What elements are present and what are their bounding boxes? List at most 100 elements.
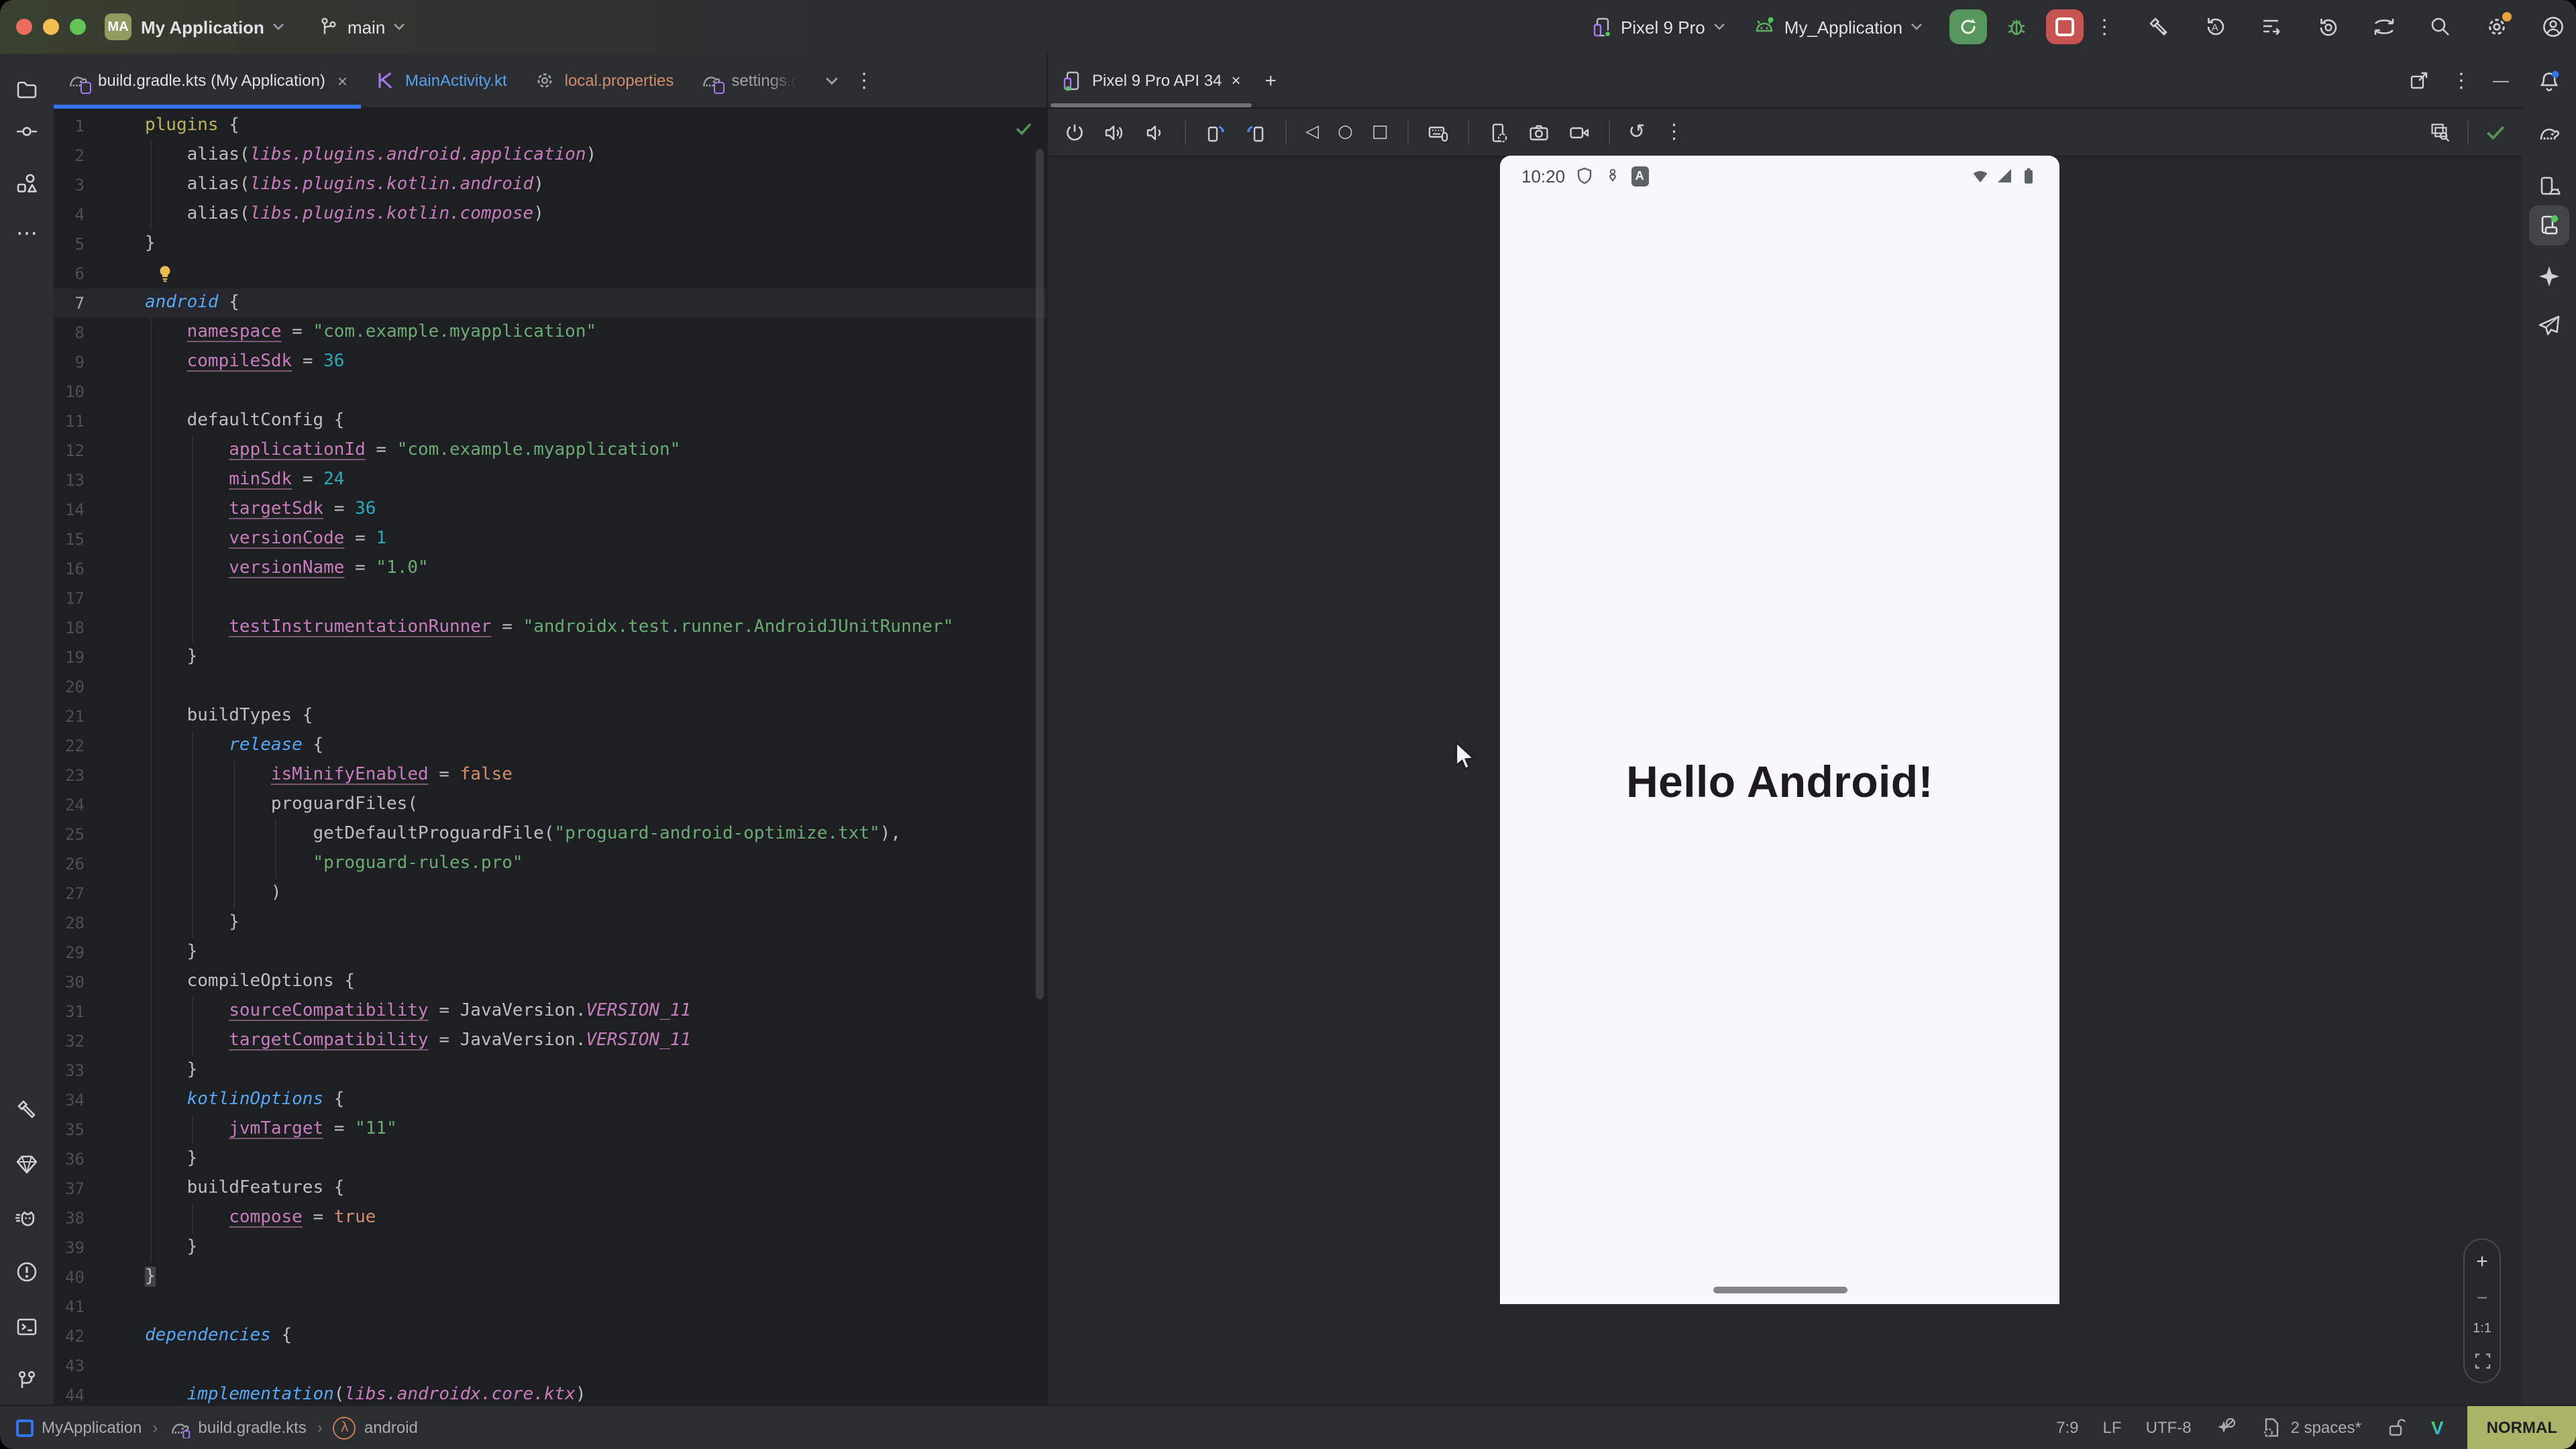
gutter-line-number[interactable]: 42 <box>54 1322 145 1351</box>
gutter-line-number[interactable]: 44 <box>54 1381 145 1406</box>
gutter-line-number[interactable]: 30 <box>54 967 145 997</box>
gutter-line-number[interactable]: 26 <box>54 849 145 879</box>
gutter-line-number[interactable]: 4 <box>54 200 145 229</box>
sync-project-button[interactable]: A <box>2203 15 2227 39</box>
gemini-tool-button[interactable] <box>2537 264 2561 288</box>
gutter-line-number[interactable]: 39 <box>54 1233 145 1263</box>
resource-manager-tool-button[interactable] <box>15 172 39 196</box>
zoom-fit-icon[interactable] <box>2473 1352 2491 1370</box>
gutter-line-number[interactable]: 6 <box>54 259 145 288</box>
gradle-tool-button[interactable] <box>2537 121 2561 145</box>
gutter-line-number[interactable]: 17 <box>54 584 145 613</box>
home-icon[interactable]: ○ <box>1338 123 1353 141</box>
hidden-tabs-chevron-icon[interactable] <box>824 76 838 85</box>
gutter-line-number[interactable]: 40 <box>54 1263 145 1292</box>
volume-down-icon[interactable] <box>1144 121 1166 143</box>
back-icon[interactable]: ◁ <box>1305 123 1319 141</box>
minimize-window-button[interactable] <box>43 19 59 35</box>
indent-widget[interactable]: 2 spaces* <box>2261 1417 2361 1438</box>
gutter-line-number[interactable]: 38 <box>54 1203 145 1233</box>
terminal-tool-button[interactable] <box>15 1315 39 1339</box>
breadcrumb-element[interactable]: λ android <box>333 1416 418 1439</box>
notifications-tool-button[interactable] <box>2537 70 2561 94</box>
gesture-navigation-pill[interactable] <box>1713 1287 1847 1293</box>
editor-scrollbar[interactable] <box>1036 149 1044 1000</box>
gutter-line-number[interactable]: 2 <box>54 141 145 170</box>
gutter-line-number[interactable]: 5 <box>54 229 145 259</box>
gutter-line-number[interactable]: 35 <box>54 1115 145 1144</box>
problems-tool-button[interactable] <box>15 1260 39 1284</box>
profiler-button[interactable] <box>2259 15 2284 39</box>
volume-up-icon[interactable] <box>1104 121 1126 143</box>
breadcrumb-project[interactable]: MyApplication <box>16 1418 142 1437</box>
app-quality-insights-tool-button[interactable] <box>15 1152 39 1177</box>
commit-tool-button[interactable] <box>15 119 39 144</box>
gutter-line-number[interactable]: 1 <box>54 111 145 141</box>
gutter-line-number[interactable]: 25 <box>54 820 145 849</box>
plane-tool-button[interactable] <box>2537 314 2561 338</box>
gutter-line-number[interactable]: 20 <box>54 672 145 702</box>
running-devices-tool-button[interactable] <box>2529 205 2569 246</box>
maximize-window-button[interactable] <box>70 19 86 35</box>
ideavim-icon[interactable]: V <box>2431 1417 2444 1438</box>
editor-tab-local-properties[interactable]: local.properties <box>521 54 688 107</box>
gutter-line-number[interactable]: 16 <box>54 554 145 584</box>
gutter-line-number[interactable]: 31 <box>54 997 145 1026</box>
stop-button[interactable] <box>2046 9 2084 44</box>
zoom-in-button[interactable]: + <box>2476 1252 2488 1272</box>
search-everywhere-button[interactable] <box>2428 15 2453 39</box>
gutter-line-number[interactable]: 22 <box>54 731 145 761</box>
gutter-line-number[interactable]: 11 <box>54 407 145 436</box>
caret-position-widget[interactable]: 7:9 <box>2056 1418 2078 1437</box>
profile-button[interactable] <box>2541 15 2565 39</box>
profiler-tool-button[interactable] <box>15 1206 39 1230</box>
code-editor[interactable]: 1plugins {2 alias(libs.plugins.android.a… <box>54 109 1046 1406</box>
gutter-line-number[interactable]: 27 <box>54 879 145 908</box>
rotate-left-icon[interactable] <box>1205 121 1226 143</box>
power-icon[interactable] <box>1064 121 1085 143</box>
more-run-actions-button[interactable]: ⋮ <box>2094 17 2114 37</box>
intention-bulb-icon[interactable] <box>156 264 174 283</box>
gutter-line-number[interactable]: 37 <box>54 1174 145 1203</box>
gutter-line-number[interactable]: 43 <box>54 1351 145 1381</box>
gutter-line-number[interactable]: 3 <box>54 170 145 200</box>
close-tab-button[interactable]: × <box>337 70 347 91</box>
layout-inspector-icon[interactable] <box>2430 121 2451 143</box>
gutter-line-number[interactable]: 7 <box>54 288 145 318</box>
rerun-button[interactable] <box>1949 9 1987 44</box>
breadcrumb-file[interactable]: build.gradle.kts <box>168 1417 306 1438</box>
gutter-line-number[interactable]: 23 <box>54 761 145 790</box>
device-settings-icon[interactable] <box>1487 121 1509 143</box>
project-tool-button[interactable] <box>15 78 39 102</box>
run-configuration-selector[interactable]: My_Application <box>1752 15 1923 39</box>
tab-options-button[interactable]: ⋮ <box>854 70 874 91</box>
gutter-line-number[interactable]: 10 <box>54 377 145 407</box>
build-tool-button[interactable] <box>15 1097 39 1122</box>
version-control-tool-button[interactable] <box>15 1368 39 1393</box>
more-tool-windows-button[interactable]: ⋯ <box>16 220 38 247</box>
vim-mode-badge[interactable]: NORMAL <box>2468 1406 2576 1449</box>
device-selector[interactable]: Pixel 9 Pro <box>1591 16 1725 38</box>
editor-tab-build-gradle-kts-my-application-[interactable]: build.gradle.kts (My Application)× <box>54 54 361 107</box>
gutter-line-number[interactable]: 14 <box>54 495 145 525</box>
ai-disabled-icon[interactable] <box>2216 1417 2237 1438</box>
overview-icon[interactable]: □ <box>1372 123 1389 141</box>
line-separator-widget[interactable]: LF <box>2103 1418 2122 1437</box>
unlocked-icon[interactable] <box>2385 1417 2407 1438</box>
gutter-line-number[interactable]: 34 <box>54 1085 145 1115</box>
editor-tab-settings-g[interactable]: settings.g <box>687 54 814 107</box>
gutter-line-number[interactable]: 13 <box>54 466 145 495</box>
rotate-right-icon[interactable] <box>1245 121 1267 143</box>
gutter-line-number[interactable]: 32 <box>54 1026 145 1056</box>
gutter-line-number[interactable]: 33 <box>54 1056 145 1085</box>
gutter-line-number[interactable]: 9 <box>54 347 145 377</box>
close-window-button[interactable] <box>16 19 32 35</box>
gutter-line-number[interactable]: 21 <box>54 702 145 731</box>
encoding-widget[interactable]: UTF-8 <box>2146 1418 2192 1437</box>
open-in-window-icon[interactable] <box>2408 70 2430 91</box>
gutter-line-number[interactable]: 12 <box>54 436 145 466</box>
zoom-reset-button[interactable]: 1:1 <box>2473 1322 2491 1337</box>
project-selector[interactable]: My Application <box>141 17 284 37</box>
close-device-tab-button[interactable]: × <box>1231 71 1240 90</box>
gutter-line-number[interactable]: 24 <box>54 790 145 820</box>
